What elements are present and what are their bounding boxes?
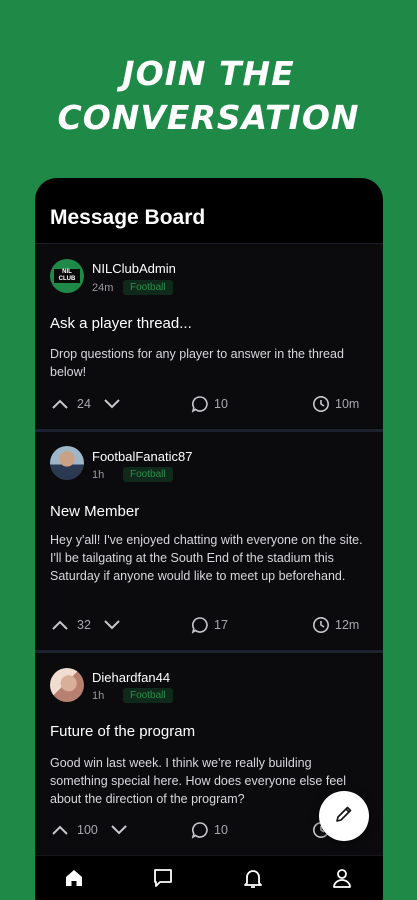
nav-notifications[interactable] <box>241 868 265 892</box>
post-body: Drop questions for any player to answer … <box>50 347 344 379</box>
compose-post-button[interactable] <box>319 791 369 841</box>
post-actions: 32 17 12m <box>35 615 383 635</box>
headline-line-2: CONVERSATION <box>57 98 360 137</box>
upvote-icon[interactable] <box>52 620 68 630</box>
phone-screen: Message Board NIL CLUB NILClubAdmin 24m … <box>35 178 383 900</box>
comment-count: 10 <box>214 823 228 837</box>
upvote-icon[interactable] <box>52 399 68 409</box>
comments-button[interactable]: 10 <box>191 394 228 414</box>
comment-icon <box>191 395 209 413</box>
vote-count: 100 <box>77 823 98 837</box>
category-tag[interactable]: Football <box>123 688 173 703</box>
club-logo: NIL CLUB <box>54 269 80 283</box>
downvote-icon[interactable] <box>104 620 120 630</box>
comments-button[interactable]: 17 <box>191 615 228 635</box>
post-actions: 24 10 10m <box>35 394 383 414</box>
post-title[interactable]: New Member <box>50 503 139 520</box>
clock-icon <box>312 395 330 413</box>
promo-headline: JOIN THE CONVERSATION <box>0 52 417 140</box>
post-body: Hey y'all! I've enjoyed chatting with ev… <box>50 533 363 583</box>
post-username[interactable]: NILClubAdmin <box>92 261 176 276</box>
vote-count: 24 <box>77 397 91 411</box>
post-card[interactable]: FootbalFanatic87 1h Football New Member … <box>35 432 383 650</box>
home-icon <box>64 868 84 893</box>
clock-icon <box>312 616 330 634</box>
category-tag[interactable]: Football <box>123 467 173 482</box>
post-title[interactable]: Future of the program <box>50 723 195 740</box>
profile-icon <box>331 867 353 894</box>
comments-button[interactable]: 10 <box>191 820 228 840</box>
nav-home[interactable] <box>62 868 86 892</box>
vote-count: 32 <box>77 618 91 632</box>
avatar[interactable]: NIL CLUB <box>50 259 84 293</box>
post-time: 1h <box>92 690 105 702</box>
post-title[interactable]: Ask a player thread... <box>50 315 192 332</box>
downvote-icon[interactable] <box>104 399 120 409</box>
comment-icon <box>191 821 209 839</box>
category-tag[interactable]: Football <box>123 280 173 295</box>
bell-icon <box>242 867 264 894</box>
post-card[interactable]: NIL CLUB NILClubAdmin 24m Football Ask a… <box>35 244 383 429</box>
downvote-icon[interactable] <box>111 825 127 835</box>
avatar[interactable] <box>50 446 84 480</box>
post-age: 12m <box>335 618 360 632</box>
post-time: 24m <box>92 282 114 294</box>
upvote-icon[interactable] <box>52 825 68 835</box>
headline-line-1: JOIN THE <box>122 54 295 93</box>
bottom-nav <box>35 855 383 900</box>
post-time: 1h <box>92 469 105 481</box>
nav-profile[interactable] <box>330 868 354 892</box>
nav-messages[interactable] <box>151 868 175 892</box>
chat-icon <box>152 867 174 894</box>
comment-count: 10 <box>214 397 228 411</box>
comment-icon <box>191 616 209 634</box>
post-age: 10m <box>335 397 360 411</box>
page-title: Message Board <box>50 206 206 229</box>
post-username[interactable]: Diehardfan44 <box>92 670 170 685</box>
comment-count: 17 <box>214 618 228 632</box>
pencil-icon <box>334 804 354 829</box>
avatar[interactable] <box>50 668 84 702</box>
post-username[interactable]: FootbalFanatic87 <box>92 449 192 464</box>
